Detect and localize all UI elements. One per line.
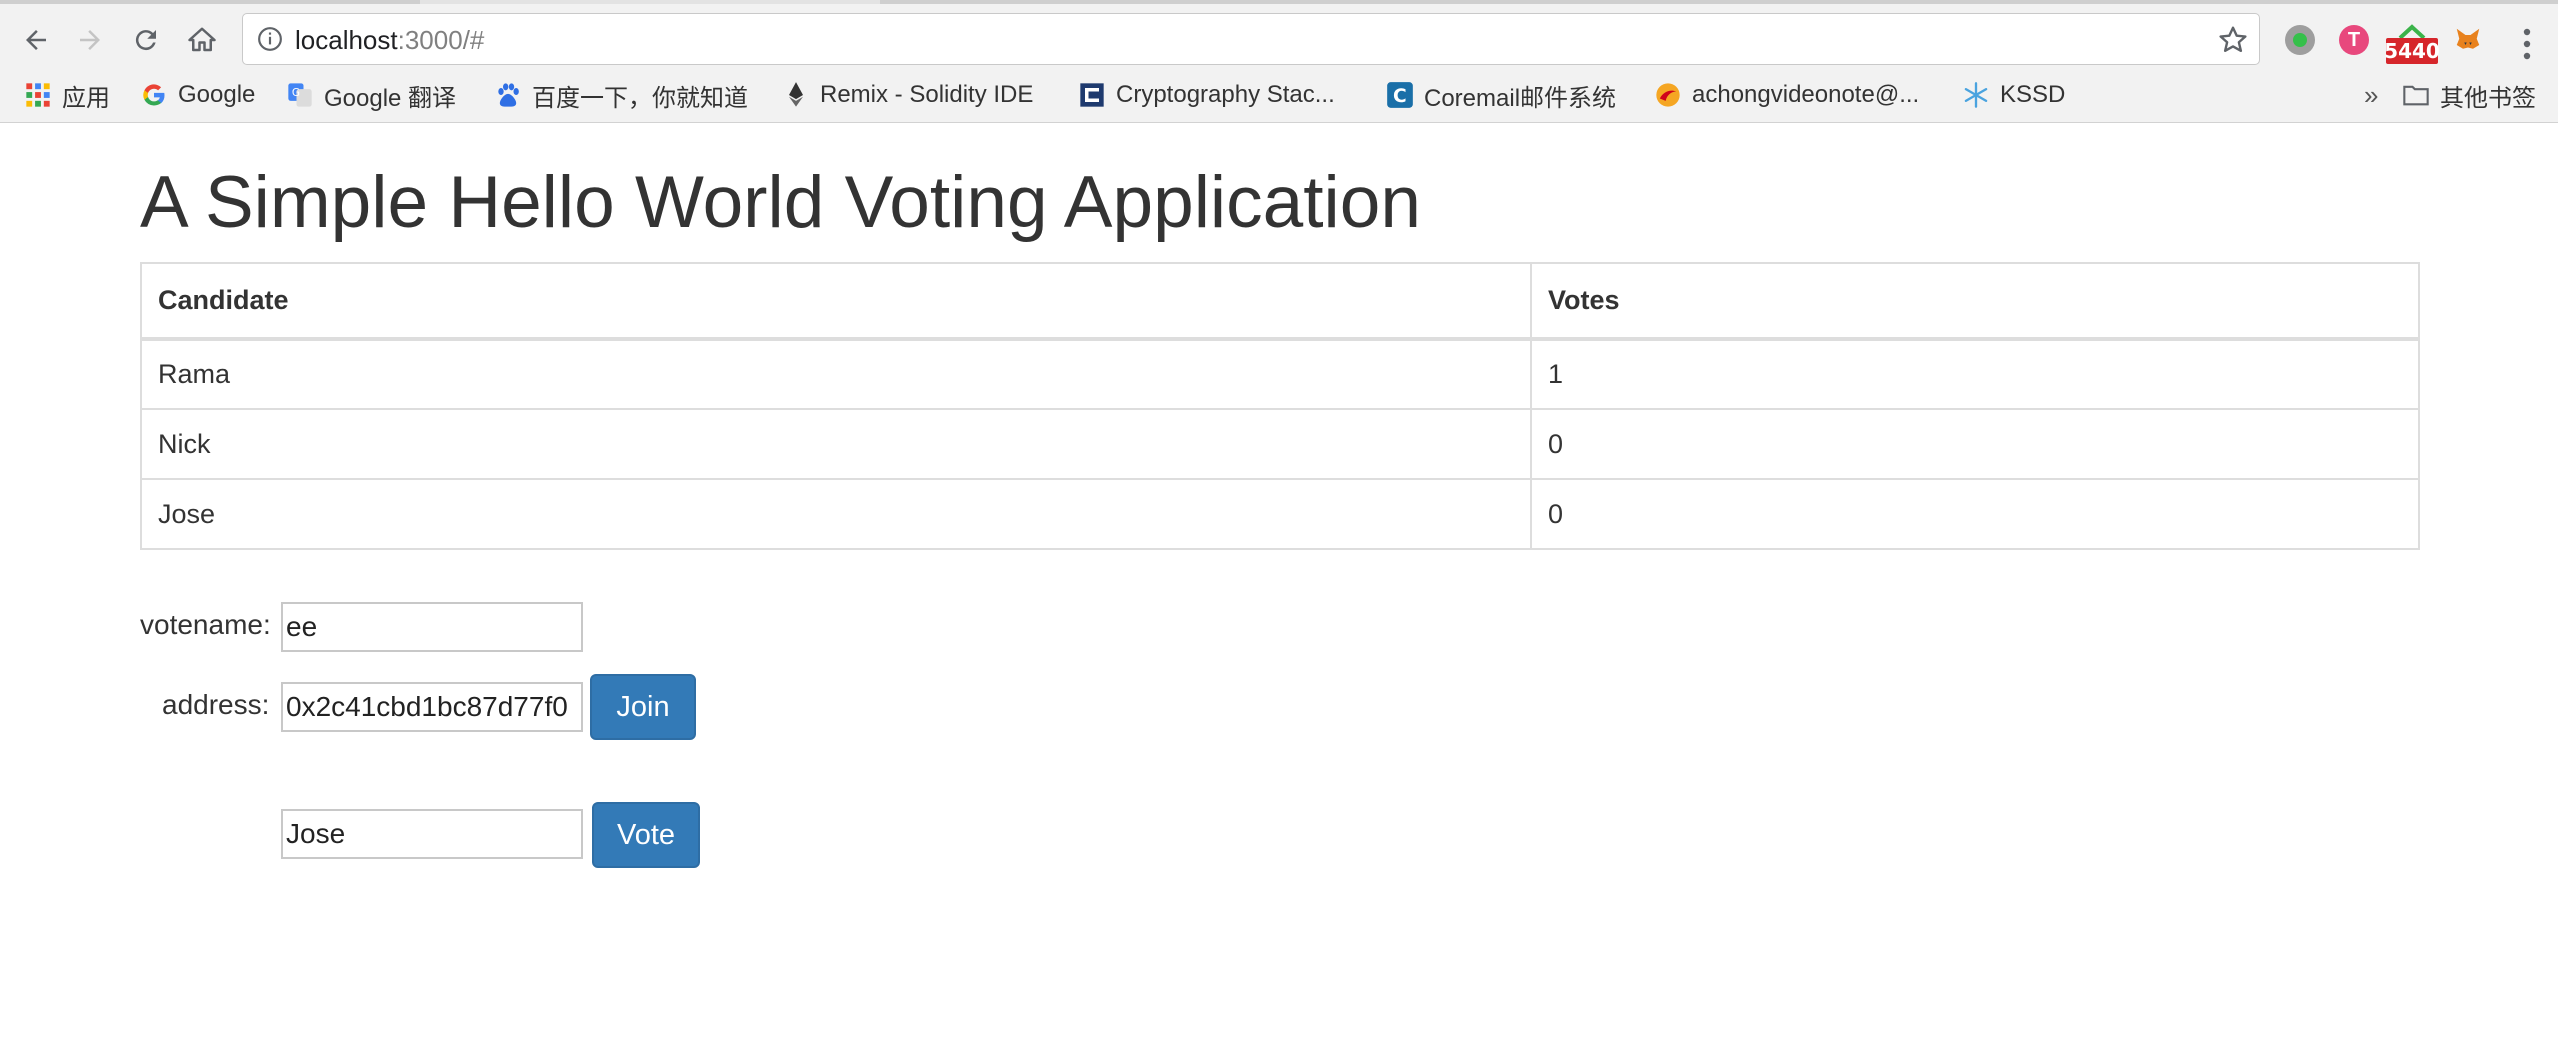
stackexchange-icon — [1078, 81, 1106, 109]
bookmark-coremail[interactable]: C Coremail邮件系统 — [1386, 76, 1616, 114]
tab-strip — [0, 0, 2558, 4]
bookmark-other-folder[interactable]: 其他书签 — [2402, 76, 2536, 114]
candidate-votes: 0 — [1530, 408, 2420, 480]
browser-toolbar: localhost:3000/# T 5440 — [0, 10, 2558, 70]
tab[interactable] — [0, 0, 420, 4]
menu-dots-icon[interactable] — [2512, 24, 2542, 64]
back-arrow-icon — [26, 30, 46, 50]
svg-text:C: C — [1393, 86, 1407, 107]
folder-icon — [2402, 81, 2430, 109]
candidate-votes: 0 — [1530, 478, 2420, 550]
page-title: A Simple Hello World Voting Application — [140, 162, 1421, 243]
bookmark-google[interactable]: Google — [140, 76, 255, 114]
votename-label: votename: — [140, 609, 271, 640]
extension-badge[interactable]: 5440 — [2384, 38, 2440, 64]
svg-text:G: G — [292, 87, 300, 99]
tab[interactable] — [880, 0, 2558, 4]
bookmark-kssd[interactable]: KSSD — [1962, 76, 2065, 114]
apps-grid-icon — [24, 81, 52, 109]
bookmark-baidu[interactable]: 百度一下，你就知道 — [494, 76, 748, 114]
vote-button[interactable]: Vote — [592, 802, 700, 868]
table-row: Jose 0 — [140, 478, 2420, 550]
table-header-row: Candidate Votes — [140, 262, 2420, 341]
bookmark-remix[interactable]: Remix - Solidity IDE — [782, 76, 1033, 114]
page-content: A Simple Hello World Voting Application … — [0, 123, 2558, 1038]
header-candidate: Candidate — [140, 262, 1532, 341]
coremail-icon: C — [1386, 81, 1414, 109]
green-dot-icon — [2285, 25, 2315, 55]
browser-chrome: localhost:3000/# T 5440 应用 Google G Goog… — [0, 0, 2558, 123]
remix-ethereum-icon — [782, 81, 810, 109]
candidates-table: Candidate Votes Rama 1 Nick 0 Jose 0 — [140, 262, 2420, 550]
candidate-votes: 1 — [1530, 338, 2420, 410]
reload-button[interactable] — [124, 18, 168, 62]
address-bar[interactable]: localhost:3000/# — [242, 13, 2260, 65]
candidate-name: Nick — [140, 408, 1532, 480]
extension-pink[interactable]: T — [2334, 20, 2374, 60]
bookmark-google-translate[interactable]: G Google 翻译 — [286, 76, 456, 114]
metamask-fox-icon — [2456, 28, 2480, 49]
reload-icon — [135, 30, 156, 51]
google-icon — [140, 81, 168, 109]
address-label: address: — [162, 689, 270, 720]
bookmark-star-icon[interactable] — [2217, 24, 2249, 56]
mail-icon — [1654, 81, 1682, 109]
bookmark-achongvideonote[interactable]: achongvideonote@... — [1654, 76, 1919, 114]
google-translate-icon: G — [286, 81, 314, 109]
home-button[interactable] — [180, 18, 224, 62]
metamask-extension[interactable] — [2448, 20, 2488, 60]
bookmark-apps[interactable]: 应用 — [24, 76, 110, 114]
candidate-name: Jose — [140, 478, 1532, 550]
back-button[interactable] — [14, 18, 58, 62]
address-input[interactable] — [281, 682, 583, 732]
join-button[interactable]: Join — [590, 674, 696, 740]
info-icon[interactable] — [257, 26, 283, 52]
candidate-input[interactable] — [281, 809, 583, 859]
snowflake-icon — [1962, 81, 1990, 109]
url-text[interactable]: localhost:3000/# — [295, 24, 484, 56]
bookmarks-overflow-chevron[interactable]: » — [2364, 80, 2378, 111]
candidate-name: Rama — [140, 338, 1532, 410]
extension-green-dot[interactable] — [2280, 20, 2320, 60]
table-row: Nick 0 — [140, 408, 2420, 480]
table-row: Rama 1 — [140, 338, 2420, 410]
forward-arrow-icon — [80, 30, 100, 50]
forward-button[interactable] — [68, 18, 112, 62]
bookmarks-bar: 应用 Google G Google 翻译 百度一下，你就知道 Remix - … — [0, 76, 2558, 114]
votename-input[interactable] — [281, 602, 583, 652]
home-icon — [188, 27, 216, 52]
pink-t-icon: T — [2339, 25, 2369, 55]
bookmark-cryptography-stack[interactable]: Cryptography Stac... — [1078, 76, 1335, 114]
header-votes: Votes — [1530, 262, 2420, 341]
baidu-paw-icon — [494, 81, 522, 109]
